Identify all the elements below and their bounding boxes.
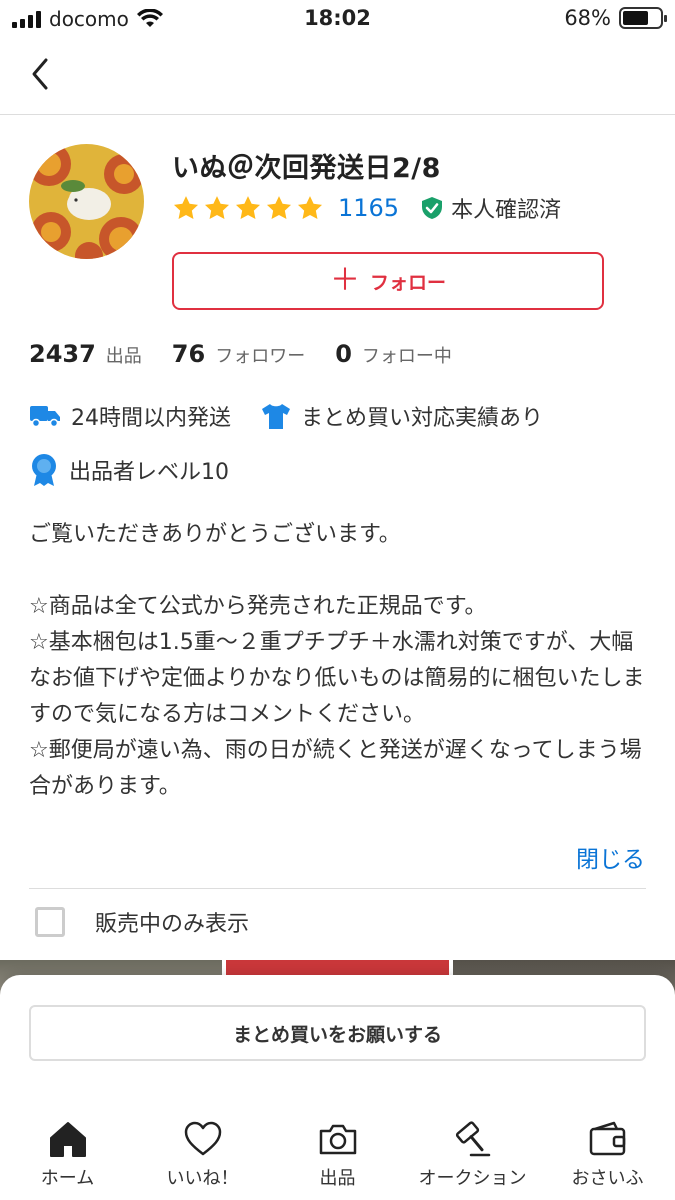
close-description-link[interactable]: 閉じる	[576, 840, 645, 874]
tab-home-label: ホーム	[40, 1168, 95, 1189]
shop-description: ご覧いただきありがとうございます。 ☆商品は全て公式から発売された正規品です。 …	[29, 522, 645, 799]
stats-row: 2437 出品 76 フォロワー 0 フォロー中	[29, 340, 482, 368]
plus-icon: ＋	[329, 264, 360, 297]
wallet-icon	[589, 1121, 625, 1156]
shirt-icon	[262, 404, 290, 429]
battery-icon	[619, 7, 667, 29]
on-sale-checkbox[interactable]	[35, 907, 65, 937]
truck-icon	[30, 406, 60, 428]
tab-likes[interactable]: いいね！	[135, 1120, 270, 1200]
tab-likes-label: いいね！	[166, 1168, 239, 1189]
verified-label: 本人確認済	[451, 198, 562, 223]
follow-label: フォロー	[369, 272, 446, 294]
divider	[29, 888, 646, 889]
tab-auction[interactable]: オークション	[405, 1120, 540, 1200]
avatar[interactable]	[29, 144, 144, 259]
star-icon	[173, 196, 199, 219]
tab-sell[interactable]: 出品	[270, 1120, 405, 1200]
chevron-left-icon	[32, 58, 48, 90]
follower-label[interactable]: フォロワー	[215, 342, 305, 368]
star-icon	[266, 196, 292, 219]
nav-bar	[0, 38, 675, 115]
following-count[interactable]: 0	[335, 340, 352, 368]
star-icon	[297, 196, 323, 219]
battery-percent: 68%	[564, 6, 611, 30]
gavel-icon	[455, 1121, 490, 1157]
camera-icon	[319, 1124, 356, 1155]
rating-stars	[172, 194, 324, 222]
level-badge-label: 出品者レベル10	[69, 460, 229, 485]
avatar-image	[29, 144, 144, 259]
badge-bundle: まとめ買い対応実績あり	[261, 400, 543, 432]
badge-row-2: 出品者レベル10	[29, 453, 259, 487]
following-label[interactable]: フォロー中	[362, 342, 452, 368]
badge-level: 出品者レベル10	[29, 453, 229, 487]
tab-sell-label: 出品	[319, 1168, 356, 1189]
tab-home[interactable]: ホーム	[0, 1120, 135, 1200]
badge-row-1: 24時間以内発送 まとめ買い対応実績あり	[29, 400, 573, 432]
follow-button[interactable]: ＋ フォロー	[172, 252, 604, 310]
star-icon	[204, 196, 230, 219]
tab-wallet[interactable]: おさいふ	[540, 1120, 675, 1200]
on-sale-filter[interactable]: 販売中のみ表示	[35, 906, 249, 938]
bundle-badge-label: まとめ買い対応実績あり	[301, 406, 544, 431]
shipping-badge-label: 24時間以内発送	[71, 406, 231, 431]
listing-count[interactable]: 2437	[29, 340, 96, 368]
medal-icon	[32, 454, 56, 486]
tab-auction-label: オークション	[418, 1168, 527, 1189]
heart-icon	[184, 1121, 221, 1156]
tab-bar: ホーム いいね！ 出品 オークション おさいふ	[0, 1120, 675, 1200]
shield-check-icon	[422, 197, 443, 219]
on-sale-label: 販売中のみ表示	[95, 912, 250, 937]
badge-shipping: 24時間以内発送	[29, 400, 231, 432]
review-count-link[interactable]: 1165	[338, 194, 399, 222]
bottom-sheet: まとめ買いをお願いする ホーム いいね！ 出品 オークション おさいふ	[0, 975, 675, 1200]
shop-name: いぬ＠次回発送日2/8	[172, 153, 441, 184]
listing-label[interactable]: 出品	[106, 342, 142, 368]
star-icon	[235, 196, 261, 219]
status-bar: docomo 18:02 68%	[0, 0, 675, 38]
tab-wallet-label: おさいふ	[571, 1168, 644, 1189]
rating-row: 1165 本人確認済	[172, 192, 561, 224]
follower-count[interactable]: 76	[172, 340, 205, 368]
back-button[interactable]	[20, 52, 60, 96]
status-right: 68%	[564, 6, 667, 30]
home-icon	[49, 1122, 86, 1157]
verified-badge: 本人確認済	[421, 192, 561, 224]
bundle-request-button[interactable]: まとめ買いをお願いする	[29, 1005, 646, 1061]
